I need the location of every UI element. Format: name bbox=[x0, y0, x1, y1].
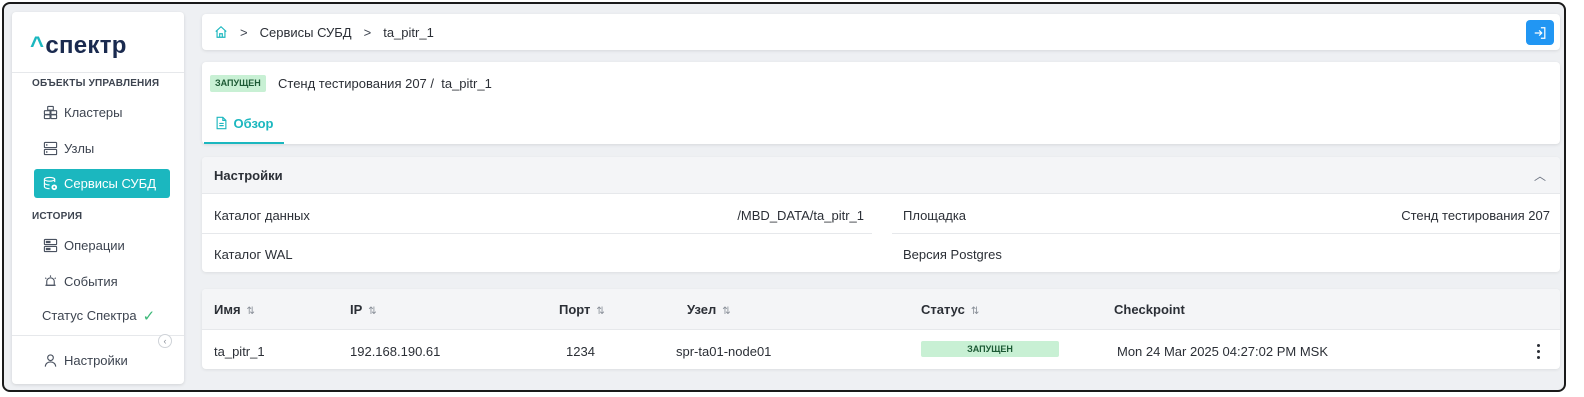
logo-caret-icon: ^ bbox=[30, 32, 45, 59]
sidebar-item-label: Узлы bbox=[64, 141, 95, 156]
column-header-label: Checkpoint bbox=[1114, 302, 1185, 317]
database-service-icon bbox=[42, 176, 58, 192]
tab-overview[interactable]: Обзор bbox=[204, 104, 284, 144]
settings-panel-title: Настройки bbox=[214, 168, 283, 183]
sort-icon[interactable]: ⇅ bbox=[247, 306, 255, 317]
cluster-icon bbox=[42, 105, 58, 121]
column-header-label: Статус bbox=[921, 302, 965, 317]
cell-ip: 192.168.190.61 bbox=[350, 344, 441, 359]
column-header-ip[interactable]: IP ⇅ bbox=[350, 302, 377, 317]
check-icon: ✓ bbox=[142, 307, 156, 325]
row-divider bbox=[892, 233, 1560, 234]
service-header: ЗАПУЩЕН Стенд тестирования 207 / ta_pitr… bbox=[202, 62, 1560, 144]
column-header-checkpoint: Checkpoint bbox=[1114, 302, 1185, 317]
settings-panel-header[interactable]: Настройки ︿ bbox=[202, 157, 1560, 194]
sidebar-item-label: Статус Спектра bbox=[42, 308, 137, 323]
breadcrumb-item-dbms-services[interactable]: Сервисы СУБД bbox=[260, 25, 352, 40]
sort-icon[interactable]: ⇅ bbox=[971, 306, 979, 317]
page-title: Стенд тестирования 207 / ta_pitr_1 bbox=[278, 76, 492, 91]
sidebar-item-label: Кластеры bbox=[64, 105, 123, 120]
sidebar-item-label: Сервисы СУБД bbox=[64, 176, 157, 191]
instances-table: Имя ⇅ IP ⇅ Порт ⇅ Узел ⇅ Статус ⇅ Checkpoint … bbox=[202, 289, 1560, 369]
sort-icon[interactable]: ⇅ bbox=[596, 306, 604, 317]
sidebar-divider bbox=[12, 72, 184, 73]
prop-label-site: Площадка bbox=[903, 208, 967, 223]
user-icon bbox=[42, 353, 58, 369]
status-badge: ЗАПУЩЕН bbox=[210, 75, 266, 92]
cell-checkpoint: Mon 24 Mar 2025 04:27:02 PM MSK bbox=[1117, 344, 1329, 359]
column-header-label: Порт bbox=[559, 302, 591, 317]
sidebar: ^спектр ОБЪЕКТЫ УПРАВЛЕНИЯ Кластеры Узлы… bbox=[12, 12, 184, 384]
sidebar-item-label: Операции bbox=[64, 238, 125, 253]
prop-label-data-dir: Каталог данных bbox=[214, 208, 310, 223]
prop-value-data-dir: /MBD_DATA/ta_pitr_1 bbox=[737, 208, 864, 223]
sidebar-item-events[interactable]: События bbox=[34, 267, 170, 296]
sort-icon[interactable]: ⇅ bbox=[368, 306, 376, 317]
cell-name: ta_pitr_1 bbox=[214, 344, 265, 359]
sidebar-divider bbox=[12, 335, 184, 336]
settings-panel: Настройки ︿ Каталог данных /MBD_DATA/ta_… bbox=[202, 157, 1560, 272]
sidebar-item-spektr-status[interactable]: Статус Спектра ✓ bbox=[42, 301, 178, 330]
column-header-name[interactable]: Имя ⇅ bbox=[214, 302, 255, 317]
cell-port: 1234 bbox=[566, 344, 595, 359]
column-header-label: Имя bbox=[214, 302, 241, 317]
chevron-right-icon: > bbox=[240, 24, 248, 40]
table-header: Имя ⇅ IP ⇅ Порт ⇅ Узел ⇅ Статус ⇅ Checkpoint bbox=[202, 289, 1560, 330]
tab-label: Обзор bbox=[233, 115, 274, 131]
home-icon[interactable] bbox=[214, 25, 228, 39]
sidebar-item-nodes[interactable]: Узлы bbox=[34, 134, 170, 163]
breadcrumb-item-current: ta_pitr_1 bbox=[383, 24, 434, 40]
prop-label-postgres-version: Версия Postgres bbox=[903, 247, 1002, 262]
operations-icon bbox=[42, 238, 58, 254]
section-label-objects: ОБЪЕКТЫ УПРАВЛЕНИЯ bbox=[32, 78, 160, 89]
section-label-history: ИСТОРИЯ bbox=[32, 211, 83, 222]
app-logo[interactable]: ^спектр bbox=[30, 32, 127, 60]
app-window: ^спектр ОБЪЕКТЫ УПРАВЛЕНИЯ Кластеры Узлы… bbox=[2, 2, 1566, 392]
more-options-icon[interactable] bbox=[1528, 341, 1548, 361]
chevron-up-icon[interactable]: ︿ bbox=[1534, 167, 1546, 184]
column-header-label: IP bbox=[350, 302, 363, 317]
column-header-status[interactable]: Статус ⇅ bbox=[921, 302, 979, 317]
prop-value-site: Стенд тестирования 207 bbox=[1401, 208, 1550, 223]
sidebar-item-settings[interactable]: Настройки bbox=[34, 346, 170, 375]
sort-icon[interactable]: ⇅ bbox=[722, 306, 730, 317]
logo-text: спектр bbox=[45, 32, 127, 59]
column-header-label: Узел bbox=[687, 302, 717, 317]
cell-node: spr-ta01-node01 bbox=[676, 344, 772, 359]
breadcrumb: > Сервисы СУБД > ta_pitr_1 bbox=[202, 14, 1560, 50]
chevron-right-icon: > bbox=[363, 24, 372, 40]
sidebar-item-clusters[interactable]: Кластеры bbox=[34, 98, 170, 127]
prop-label-wal-dir: Каталог WAL bbox=[214, 247, 293, 262]
status-badge: ЗАПУЩЕН bbox=[921, 341, 1059, 357]
document-icon bbox=[215, 116, 228, 130]
sidebar-item-label: Настройки bbox=[64, 353, 128, 368]
logout-icon bbox=[1533, 26, 1547, 40]
column-header-port[interactable]: Порт ⇅ bbox=[559, 302, 605, 317]
column-header-node[interactable]: Узел ⇅ bbox=[687, 302, 731, 317]
sidebar-item-label: События bbox=[64, 274, 118, 289]
server-icon bbox=[42, 141, 58, 157]
logout-button[interactable] bbox=[1526, 20, 1554, 45]
sidebar-item-dbms-services[interactable]: Сервисы СУБД bbox=[34, 169, 170, 198]
row-divider bbox=[202, 233, 872, 234]
sidebar-item-operations[interactable]: Операции bbox=[34, 231, 170, 260]
events-icon bbox=[42, 274, 58, 290]
